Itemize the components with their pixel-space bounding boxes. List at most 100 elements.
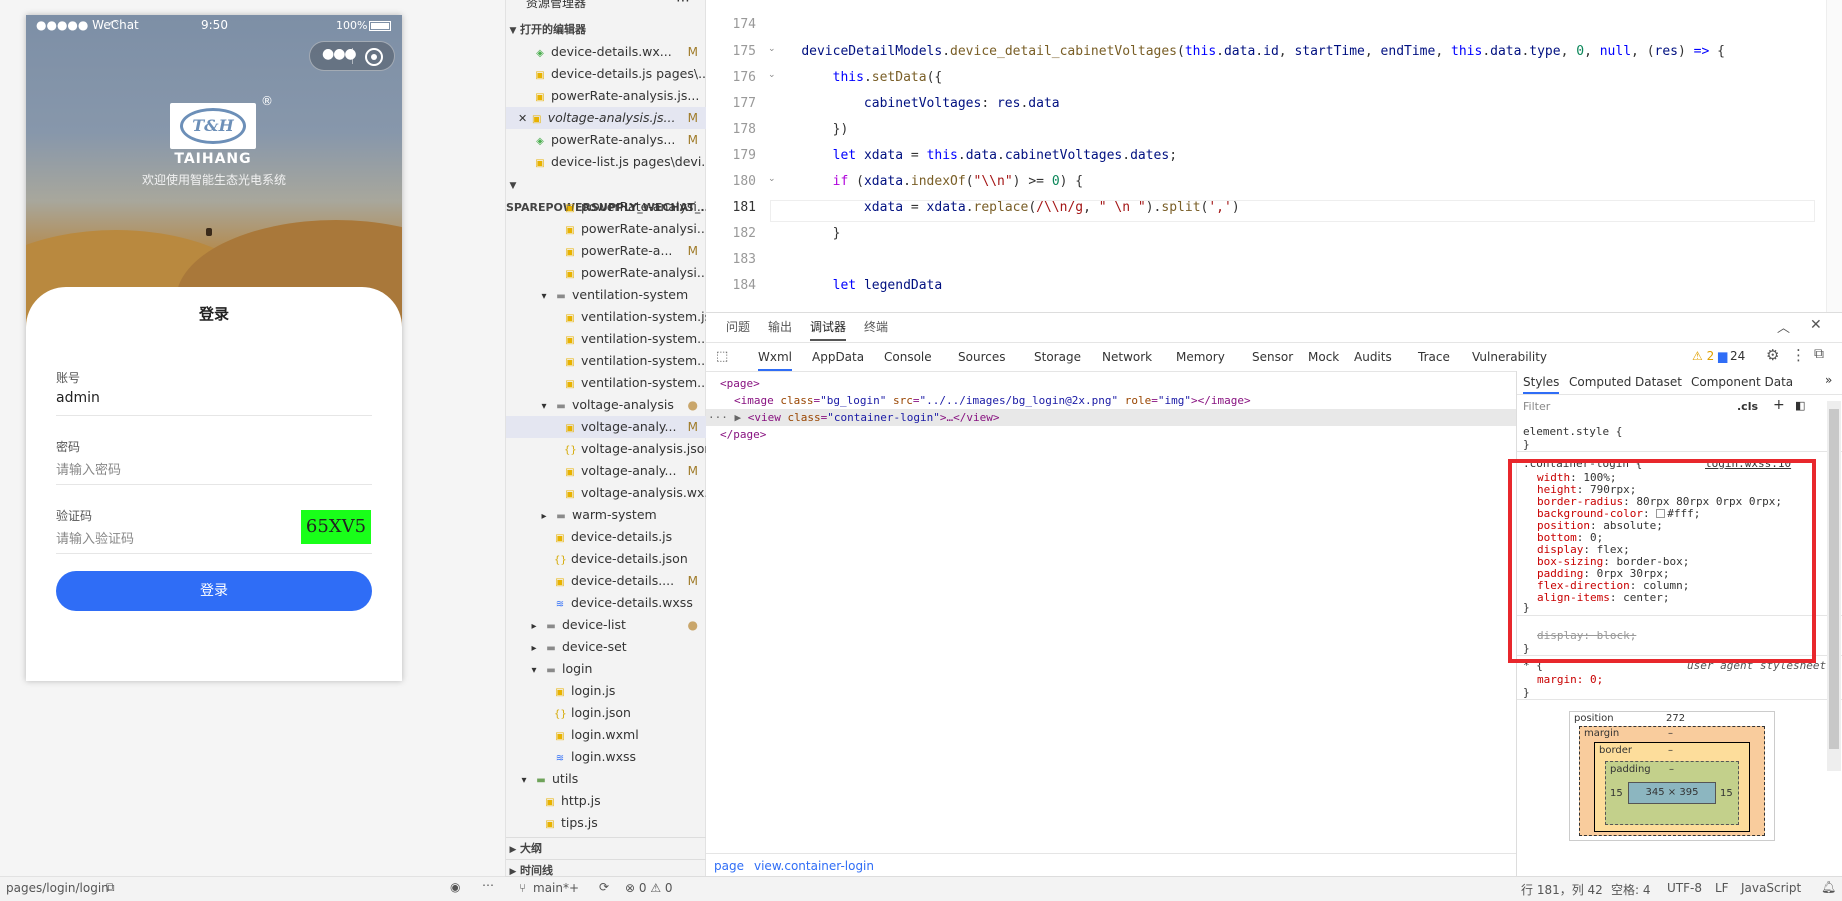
wxml-page-close[interactable]: </page> <box>720 428 766 441</box>
folder-item[interactable]: ▾ ▬ login <box>506 658 706 680</box>
captcha-image[interactable]: 65XV5 <box>301 510 371 544</box>
devtools-tab-trace[interactable]: Trace <box>1418 343 1450 371</box>
devtools-top-tab[interactable]: 输出 <box>768 313 792 341</box>
file-item[interactable]: ▣ device-details.js <box>506 526 706 548</box>
file-item[interactable]: ▣ login.wxml <box>506 724 706 746</box>
file-item[interactable]: ▣ ventilation-system.js <box>506 306 706 328</box>
devtools-top-tab[interactable]: 问题 <box>726 313 750 341</box>
file-item[interactable]: ▣ login.js <box>506 680 706 702</box>
add-rule-icon[interactable]: + <box>1773 397 1785 413</box>
devtools-top-tab[interactable]: 调试器 <box>810 313 847 341</box>
ua-declaration[interactable]: margin: 0; <box>1537 673 1603 686</box>
kebab-menu-icon[interactable]: ⋮ <box>1791 346 1806 364</box>
element-style-rule[interactable]: element.style { <box>1523 425 1622 438</box>
devtools-tab-memory[interactable]: Memory <box>1176 343 1225 371</box>
dock-icon[interactable]: ⧉ <box>1814 346 1824 362</box>
more-tabs-icon[interactable]: » <box>1825 373 1832 387</box>
breadcrumb-view[interactable]: view.container-login <box>754 859 874 873</box>
warning-count[interactable]: ⚠ 2 <box>1692 349 1714 363</box>
devtools-tab-appdata[interactable]: AppData <box>812 343 864 371</box>
file-item[interactable]: ▣ voltage-analy... M <box>506 460 706 482</box>
more-icon[interactable]: ⋯ <box>482 878 494 892</box>
file-item[interactable]: ▣ device-details.... M <box>506 570 706 592</box>
branch-icon[interactable]: ⑂ <box>519 881 526 895</box>
styles-tab[interactable]: Styles <box>1523 375 1560 394</box>
styles-tab[interactable]: Computed <box>1569 375 1631 389</box>
folder-item[interactable]: ▾ ▬ ventilation-system <box>506 284 706 306</box>
language-mode[interactable]: JavaScript <box>1741 881 1801 895</box>
wxml-page-open[interactable]: <page> <box>720 377 760 390</box>
toggle-sidebar-icon[interactable]: ◧ <box>1795 399 1805 412</box>
project-header[interactable]: ▼SPAREPOWERSUPPLY_WECHAT_... <box>506 174 713 214</box>
file-item[interactable]: ▣ voltage-analy... M <box>506 416 706 438</box>
file-item[interactable]: ≋ login.wxss <box>506 746 706 768</box>
more-icon[interactable]: ⋯ <box>676 0 690 9</box>
mini-program-capsule[interactable]: ●●● <box>309 41 395 71</box>
editor-scrollbar[interactable] <box>1826 0 1842 312</box>
folder-item[interactable]: ▸ ▬ warm-system <box>506 504 706 526</box>
devtools-tab-wxml[interactable]: Wxml <box>758 343 792 371</box>
devtools-tab-console[interactable]: Console <box>884 343 932 371</box>
fold-chevron-icon[interactable]: ⌄ <box>768 44 776 54</box>
file-item[interactable]: {} voltage-analysis.json <box>506 438 706 460</box>
file-item[interactable]: ▣ tips.js <box>506 812 706 834</box>
branch-name[interactable]: main*+ <box>533 881 579 895</box>
file-item[interactable]: {} login.json <box>506 702 706 724</box>
code-editor[interactable]: 174 175 176 177 178 179 180 181 182 183 184 device… <box>706 0 1842 312</box>
file-item[interactable]: ▣ ventilation-system.... <box>506 372 706 394</box>
styles-tab[interactable]: Component Data <box>1691 375 1793 389</box>
file-item[interactable]: {} device-details.json <box>506 548 706 570</box>
folder-item[interactable]: ▾ ▬ utils <box>506 768 706 790</box>
open-editor-item[interactable]: ◈ device-details.wx... M <box>506 41 706 63</box>
indent-setting[interactable]: 空格: 4 <box>1611 881 1651 898</box>
copy-icon[interactable]: ⧉ <box>106 880 115 895</box>
eol[interactable]: LF <box>1715 881 1729 895</box>
account-input[interactable]: admin <box>56 390 100 406</box>
filter-input[interactable]: Filter <box>1523 400 1550 413</box>
open-editors-header[interactable]: ▼ 打开的编辑器 <box>506 19 706 41</box>
file-item[interactable]: ▣ powerRate-analysi... <box>506 196 706 218</box>
close-icon[interactable]: ✕ <box>1810 317 1822 333</box>
devtools-tab-mock[interactable]: Mock <box>1308 343 1339 371</box>
password-input[interactable]: 请输入密码 <box>56 459 121 478</box>
open-editor-item[interactable]: ✕ ▣ voltage-analysis.js... M <box>506 107 706 129</box>
problems-count[interactable]: ⊗ 0 ⚠ 0 <box>625 881 673 895</box>
fold-chevron-icon[interactable]: ⌄ <box>768 70 776 80</box>
close-program-icon[interactable] <box>365 48 383 66</box>
eye-icon[interactable]: ◉ <box>450 880 460 894</box>
folder-item[interactable]: ▾ ▬ voltage-analysis ● <box>506 394 706 416</box>
breadcrumb-page[interactable]: page <box>714 859 744 873</box>
open-editor-item[interactable]: ▣ powerRate-analysis.js... <box>506 85 706 107</box>
file-item[interactable]: ▣ powerRate-analysi... <box>506 262 706 284</box>
folder-item[interactable]: ▸ ▬ device-list ● <box>506 614 706 636</box>
close-icon[interactable]: ✕ <box>518 112 531 125</box>
wxml-image-node[interactable]: <image class="bg_login" src="../../image… <box>734 394 1251 407</box>
open-editor-item[interactable]: ▣ device-list.js pages\devi... <box>506 151 706 173</box>
devtools-tab-sensor[interactable]: Sensor <box>1252 343 1293 371</box>
file-item[interactable]: ▣ voltage-analysis.wx... <box>506 482 706 504</box>
encoding[interactable]: UTF-8 <box>1667 881 1702 895</box>
styles-scrollbar[interactable] <box>1827 401 1841 771</box>
file-item[interactable]: ▣ powerRate-analysi... <box>506 218 706 240</box>
sync-icon[interactable]: ⟳ <box>599 880 609 894</box>
devtools-tab-sources[interactable]: Sources <box>958 343 1005 371</box>
folder-item[interactable]: ▸ ▬ device-set <box>506 636 706 658</box>
devtools-tab-vulnerability[interactable]: Vulnerability <box>1472 343 1547 371</box>
cls-toggle[interactable]: .cls <box>1737 400 1758 413</box>
fold-chevron-icon[interactable]: ⌄ <box>768 174 776 184</box>
devtools-top-tab[interactable]: 终端 <box>864 313 888 341</box>
captcha-input[interactable]: 请输入验证码 <box>56 528 134 547</box>
open-editor-item[interactable]: ◈ powerRate-analys... M <box>506 129 706 151</box>
open-editor-item[interactable]: ▣ device-details.js pages\... <box>506 63 706 85</box>
login-button[interactable]: 登录 <box>56 571 372 611</box>
styles-tab[interactable]: Dataset <box>1635 375 1682 389</box>
bell-icon[interactable]: 🔔︎ <box>1821 880 1836 894</box>
file-item[interactable]: ▣ ventilation-system.... <box>506 350 706 372</box>
more-icon[interactable]: ●●● <box>322 46 357 62</box>
file-item[interactable]: ▣ http.js <box>506 790 706 812</box>
outline-header[interactable]: ▶ 大纲 <box>506 837 706 859</box>
devtools-tab-storage[interactable]: Storage <box>1034 343 1081 371</box>
maximize-icon[interactable]: ︿ <box>1777 317 1790 336</box>
inspect-icon[interactable]: ⬚ <box>716 349 728 364</box>
message-count[interactable]: 24 <box>1730 349 1745 363</box>
